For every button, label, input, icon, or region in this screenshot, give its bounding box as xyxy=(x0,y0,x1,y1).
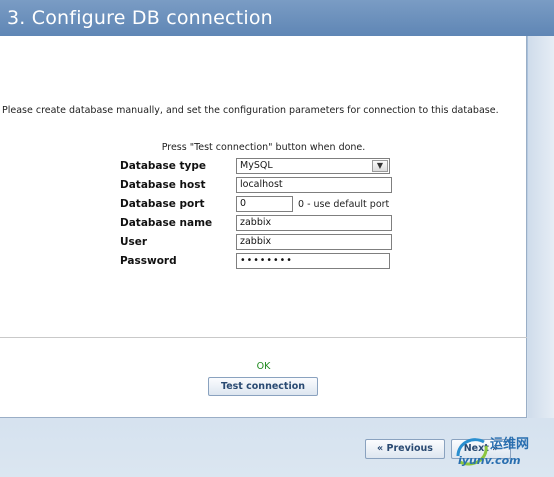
divider xyxy=(0,337,527,338)
db-type-label: Database type xyxy=(120,160,207,172)
test-connection-button[interactable]: Test connection xyxy=(208,377,318,396)
db-port-label: Database port xyxy=(120,198,205,210)
page-title: 3. Configure DB connection xyxy=(0,0,554,36)
db-host-input[interactable]: localhost xyxy=(236,177,392,193)
db-host-label: Database host xyxy=(120,179,206,191)
db-port-note: 0 - use default port xyxy=(298,199,390,210)
watermark-logo-text: 运维网 xyxy=(490,437,530,452)
db-port-input[interactable]: 0 xyxy=(236,196,293,212)
db-name-input[interactable]: zabbix xyxy=(236,215,392,231)
right-strip xyxy=(528,36,554,418)
hint-text: Press "Test connection" button when done… xyxy=(161,142,366,153)
password-input[interactable]: •••••••• xyxy=(236,253,390,269)
db-type-value: MySQL xyxy=(240,160,273,171)
chevron-down-icon[interactable]: ▼ xyxy=(372,160,388,172)
watermark: 运维网 iyunv.com xyxy=(452,430,554,477)
previous-button[interactable]: « Previous xyxy=(365,439,445,459)
user-label: User xyxy=(120,236,148,248)
status-text: OK xyxy=(256,361,271,372)
intro-text: Please create database manually, and set… xyxy=(2,105,499,116)
watermark-url: iyunv.com xyxy=(458,454,521,467)
user-input[interactable]: zabbix xyxy=(236,234,392,250)
db-name-label: Database name xyxy=(120,217,213,229)
password-label: Password xyxy=(120,255,177,267)
db-type-select[interactable]: MySQL ▼ xyxy=(236,158,390,174)
